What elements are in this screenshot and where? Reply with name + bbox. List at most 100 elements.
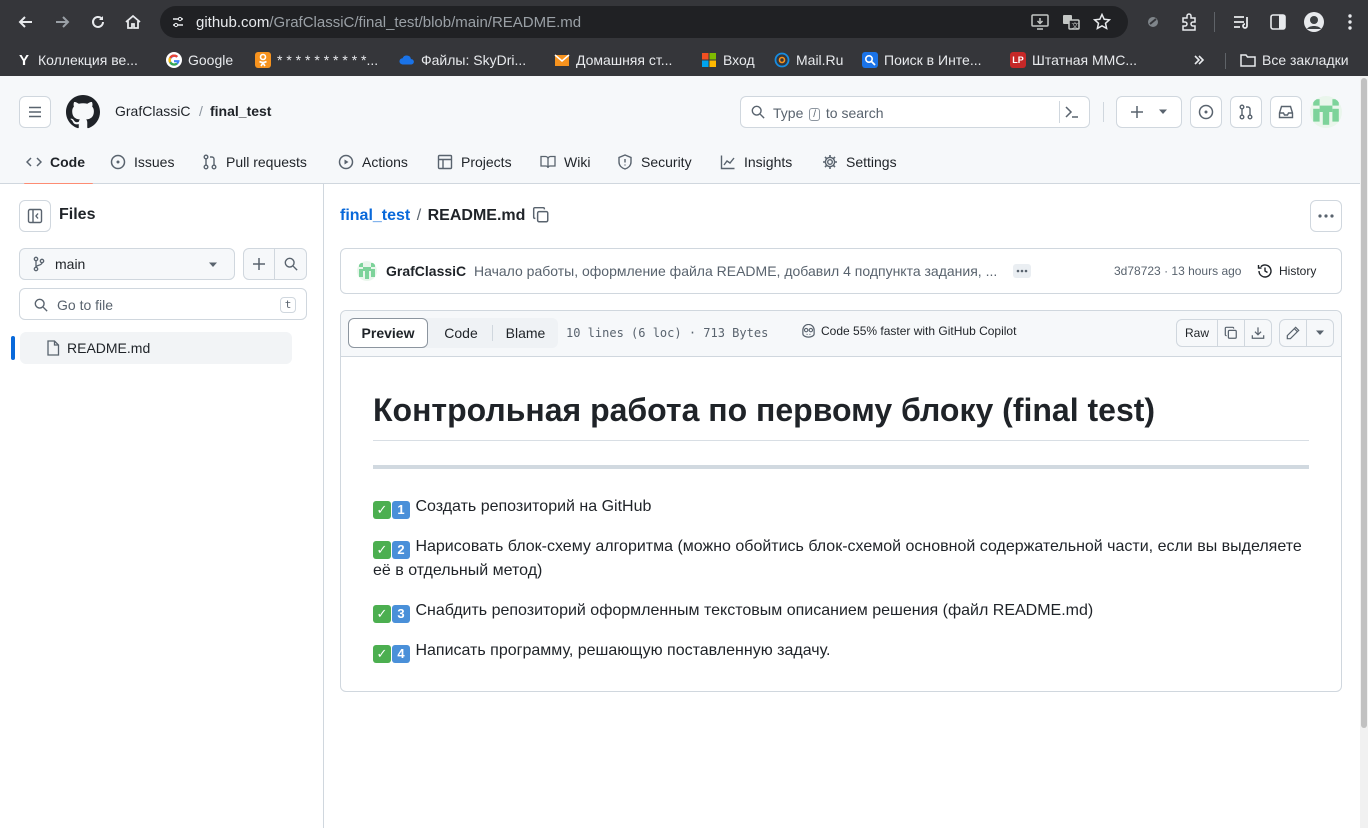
home-icon [125, 14, 141, 29]
download-button[interactable] [1245, 320, 1271, 346]
site-settings-icon[interactable] [168, 12, 188, 32]
command-palette-icon[interactable] [1059, 101, 1083, 123]
cloud-icon [399, 52, 415, 68]
commit-message[interactable]: Начало работы, оформление файла README, … [474, 263, 1004, 279]
bookmark-item[interactable]: * * * * * * * * * *... [255, 50, 378, 70]
checklist-item: ✓ 2 Нарисовать блок-схему алгоритма (можн… [373, 538, 1302, 579]
commit-author-avatar[interactable] [357, 261, 377, 281]
view-mode-segmented-control: Preview Code Blame [348, 318, 558, 348]
bookmark-item[interactable]: Поиск в Инте... [862, 50, 982, 70]
create-new-button[interactable] [1116, 96, 1182, 128]
reading-list-icon[interactable] [1230, 10, 1254, 34]
address-bar[interactable]: github.com/GrafClassiC/final_test/blob/m… [160, 6, 1128, 38]
chevron-double-right-icon [1194, 55, 1205, 65]
history-button[interactable]: History [1257, 261, 1316, 281]
collapse-sidebar-button[interactable] [19, 200, 51, 232]
go-to-file-input[interactable]: Go to file t [19, 288, 307, 320]
file-toolbar: Preview Code Blame 10 lines (6 loc) · 71… [341, 311, 1341, 357]
bookmark-item[interactable]: LP Штатная ММС... [1010, 50, 1137, 70]
odnoklassniki-icon [255, 52, 271, 68]
tab-settings[interactable]: Settings [822, 140, 897, 184]
inbox-button[interactable] [1270, 96, 1302, 128]
tab-security[interactable]: Security [617, 140, 692, 184]
bookmark-star-icon[interactable] [1092, 13, 1112, 31]
github-logo-icon[interactable] [66, 95, 100, 129]
blame-tab[interactable]: Blame [493, 318, 558, 348]
keycap-number-icon: 2 [392, 541, 410, 559]
issues-button[interactable] [1190, 96, 1222, 128]
more-options-button[interactable] [1310, 200, 1342, 232]
plus-icon [1131, 106, 1143, 118]
search-input[interactable]: Type / to search [740, 96, 1090, 128]
extensions-puzzle-icon[interactable] [1177, 10, 1201, 34]
copy-raw-button[interactable] [1218, 320, 1245, 346]
branch-select[interactable]: main [19, 248, 235, 280]
bookmark-item[interactable]: Google [166, 50, 233, 70]
download-icon [1251, 327, 1265, 339]
commit-sha[interactable]: 3d78723 [1114, 264, 1161, 278]
code-view-tab[interactable]: Code [430, 318, 492, 348]
user-avatar[interactable] [1310, 96, 1342, 128]
file-viewer: Preview Code Blame 10 lines (6 loc) · 71… [340, 310, 1342, 692]
profile-avatar[interactable] [1302, 10, 1326, 34]
breadcrumb-repo[interactable]: final_test [210, 103, 271, 119]
page-scrollbar[interactable] [1360, 76, 1368, 828]
breadcrumb-owner[interactable]: GrafClassiC [115, 103, 190, 119]
bookmark-item[interactable]: Mail.Ru [774, 50, 843, 70]
readme-preview: Контрольная работа по первому блоку (fin… [373, 357, 1309, 679]
edit-dropdown-button[interactable] [1307, 320, 1333, 346]
side-panel-icon[interactable] [1266, 10, 1290, 34]
commit-time: 13 hours ago [1171, 264, 1242, 278]
keycap-number-icon: 4 [392, 645, 410, 663]
bookmarks-overflow-button[interactable] [1193, 50, 1205, 70]
all-bookmarks-button[interactable]: Все закладки [1240, 50, 1349, 70]
back-button[interactable] [12, 9, 40, 35]
raw-button[interactable]: Raw [1177, 320, 1218, 346]
commit-author[interactable]: GrafClassiC [386, 263, 466, 279]
tab-wiki[interactable]: Wiki [540, 140, 590, 184]
install-app-icon[interactable] [1030, 13, 1050, 31]
tab-pull-requests[interactable]: Pull requests [202, 140, 307, 184]
tab-issues[interactable]: Issues [110, 140, 174, 184]
mailru-icon [774, 52, 790, 68]
edit-file-button[interactable] [1280, 320, 1308, 346]
pull-requests-button[interactable] [1230, 96, 1262, 128]
global-menu-button[interactable] [19, 96, 51, 128]
file-tree-item[interactable]: README.md [11, 332, 292, 364]
bookmarks-divider [1225, 53, 1226, 69]
path-repo-link[interactable]: final_test [340, 207, 410, 224]
preview-tab[interactable]: Preview [348, 318, 428, 348]
github-header: GrafClassiC / final_test Type / to searc… [0, 76, 1360, 185]
table-icon [437, 154, 453, 170]
scrollbar-thumb[interactable] [1361, 78, 1367, 728]
breadcrumb-separator: / [199, 103, 203, 119]
search-files-button[interactable] [275, 249, 306, 279]
pull-request-icon [203, 154, 217, 170]
code-icon [26, 157, 42, 167]
reload-button[interactable] [84, 9, 112, 35]
add-file-button[interactable] [244, 249, 275, 279]
history-icon [1257, 264, 1272, 278]
bookmark-item[interactable]: Вход [701, 50, 755, 70]
copilot-promo-link[interactable]: Code 55% faster with GitHub Copilot [801, 324, 1016, 338]
tab-actions[interactable]: Actions [338, 140, 408, 184]
translate-icon[interactable]: 文 [1061, 13, 1081, 31]
bookmark-item[interactable]: Домашняя ст... [554, 50, 672, 70]
copy-path-button[interactable] [532, 206, 550, 224]
book-icon [540, 155, 556, 169]
search-icon [751, 105, 765, 119]
bookmark-item[interactable]: Y Коллекция ве... [16, 50, 138, 70]
tab-insights[interactable]: Insights [720, 140, 792, 184]
copy-icon [1224, 326, 1237, 339]
search-icon [284, 257, 298, 271]
expand-commit-button[interactable] [1013, 264, 1031, 278]
tab-projects[interactable]: Projects [437, 140, 512, 184]
extension-dot-icon[interactable] [1141, 10, 1165, 34]
tab-code[interactable]: Code [24, 140, 93, 185]
bookmark-item[interactable]: Файлы: SkyDri... [399, 50, 526, 70]
graph-icon [720, 155, 735, 170]
check-mark-icon: ✓ [373, 605, 391, 623]
menu-kebab-icon[interactable] [1338, 10, 1362, 34]
home-button[interactable] [119, 9, 147, 35]
forward-button[interactable] [48, 9, 76, 35]
